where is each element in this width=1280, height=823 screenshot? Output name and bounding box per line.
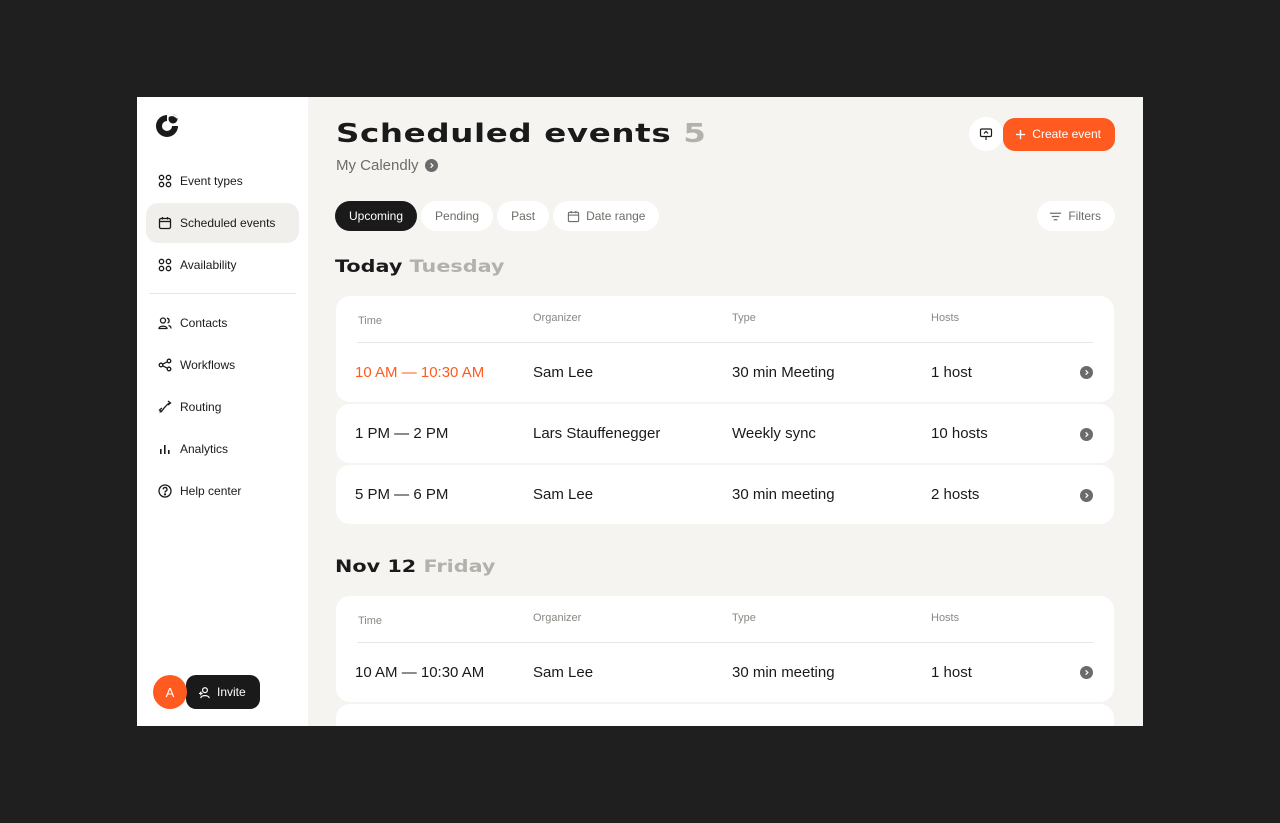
event-hosts: 1 host [931,364,972,381]
help-icon [158,484,172,498]
calendly-logo[interactable] [154,113,180,139]
day-heading: Today Tuesday [335,257,504,277]
sidebar-item-scheduled-events[interactable]: Scheduled events [146,203,299,243]
sidebar-item-label: Help center [180,484,242,498]
create-event-label: Create event [1032,127,1101,141]
page-title-text: Scheduled events [336,119,672,149]
day-label: Today [335,257,403,277]
calendar-icon [567,210,580,222]
event-time: 10 AM — 10:30 AM [355,364,485,381]
weekday-label: Tuesday [409,257,505,277]
tab-label: Pending [435,209,480,223]
table-row[interactable]: 5 PM — 6 PM Sam Lee 30 min meeting 2 hos… [336,465,1114,524]
event-time: 10 AM — 10:30 AM [355,664,485,681]
event-organizer: Sam Lee [533,664,594,681]
grid-icon [158,258,172,272]
plus-icon [1016,129,1026,139]
event-type: 30 min meeting [732,486,835,503]
calendar-name: My Calendly [336,157,419,174]
table-row[interactable]: 1 PM — 2 PM Lars Stauffenegger Weekly sy… [336,404,1114,463]
event-hosts: 1 host [931,664,972,681]
tab-past[interactable]: Past [497,201,550,231]
tab-date-range[interactable]: Date range [553,201,660,231]
tab-upcoming[interactable]: Upcoming [335,201,418,231]
chevron-right-icon[interactable] [1080,366,1093,379]
event-organizer: Lars Stauffenegger [533,425,661,442]
share-icon [158,358,172,372]
day-heading: Nov 12 Friday [335,557,495,577]
day-label: Nov 12 [335,557,417,577]
sidebar-item-workflows[interactable]: Workflows [146,345,299,385]
event-organizer: Sam Lee [533,364,594,381]
sidebar-item-label: Analytics [180,442,229,456]
filters-label: Filters [1068,209,1101,223]
event-time: 1 PM — 2 PM [355,425,449,442]
add-user-icon [198,686,210,698]
table-row[interactable]: Time Organizer Type Hosts 10 AM — 10:30 … [336,596,1114,702]
column-header-hosts: Hosts [931,612,960,624]
column-header-organizer: Organizer [533,612,582,624]
tab-label: Date range [586,209,646,223]
sidebar-divider [149,293,296,294]
chevron-right-icon[interactable] [1080,489,1093,502]
chevron-right-icon[interactable] [1080,428,1093,441]
sidebar-footer: A Invite [153,675,260,709]
header-divider [357,642,1093,643]
tab-label: Past [511,209,536,223]
avatar[interactable]: A [153,675,187,709]
sidebar-item-label: Contacts [180,316,228,330]
event-type: 30 min Meeting [732,364,835,381]
event-organizer: Sam Lee [533,486,594,503]
table-row[interactable] [336,704,1114,726]
sidebar-item-availability[interactable]: Availability [146,245,299,285]
sidebar-item-label: Event types [180,174,243,188]
tab-pending[interactable]: Pending [421,201,494,231]
grid-icon [158,174,172,188]
chevron-right-icon [424,159,438,172]
share-button[interactable] [969,117,1004,151]
sidebar-item-label: Availability [180,258,237,272]
sidebar-item-analytics[interactable]: Analytics [146,429,299,469]
table-row[interactable]: Time Organizer Type Hosts 10 AM — 10:30 … [336,296,1114,402]
header-actions: Create event [969,117,1115,151]
column-header-hosts: Hosts [931,312,960,324]
weekday-label: Friday [423,557,496,577]
column-header-type: Type [732,612,756,624]
sidebar-item-contacts[interactable]: Contacts [146,303,299,343]
invite-label: Invite [217,685,246,699]
calendar-link[interactable]: My Calendly [336,157,1115,174]
column-header-organizer: Organizer [533,312,582,324]
event-type: Weekly sync [732,425,816,442]
calendar-icon [158,217,172,230]
header-divider [357,342,1093,343]
event-hosts: 10 hosts [931,425,988,442]
create-event-button[interactable]: Create event [1003,117,1115,151]
routing-icon [158,400,172,413]
filter-icon [1050,212,1062,220]
event-hosts: 2 hosts [931,486,980,503]
filters-button[interactable]: Filters [1037,201,1115,231]
invite-button[interactable]: Invite [186,675,260,709]
event-count: 5 [683,119,707,149]
sidebar-item-label: Routing [180,400,222,414]
tab-label: Upcoming [349,209,404,223]
present-icon [980,128,993,140]
sidebar-item-label: Workflows [180,358,236,372]
column-header-time: Time [358,615,383,627]
bar-chart-icon [160,445,170,454]
sidebar: Event types Scheduled events Availabilit… [137,97,308,726]
column-header-time: Time [358,315,383,327]
sidebar-item-help-center[interactable]: Help center [146,471,299,511]
app-window: Event types Scheduled events Availabilit… [137,97,1143,726]
sidebar-item-routing[interactable]: Routing [146,387,299,427]
event-time: 5 PM — 6 PM [355,486,449,503]
sidebar-item-event-types[interactable]: Event types [146,161,299,201]
chevron-right-icon[interactable] [1080,666,1093,679]
users-icon [158,317,172,330]
column-header-type: Type [732,312,756,324]
sidebar-item-label: Scheduled events [180,216,276,230]
event-tabs: Upcoming Pending Past Date range [335,201,660,231]
event-type: 30 min meeting [732,664,835,681]
